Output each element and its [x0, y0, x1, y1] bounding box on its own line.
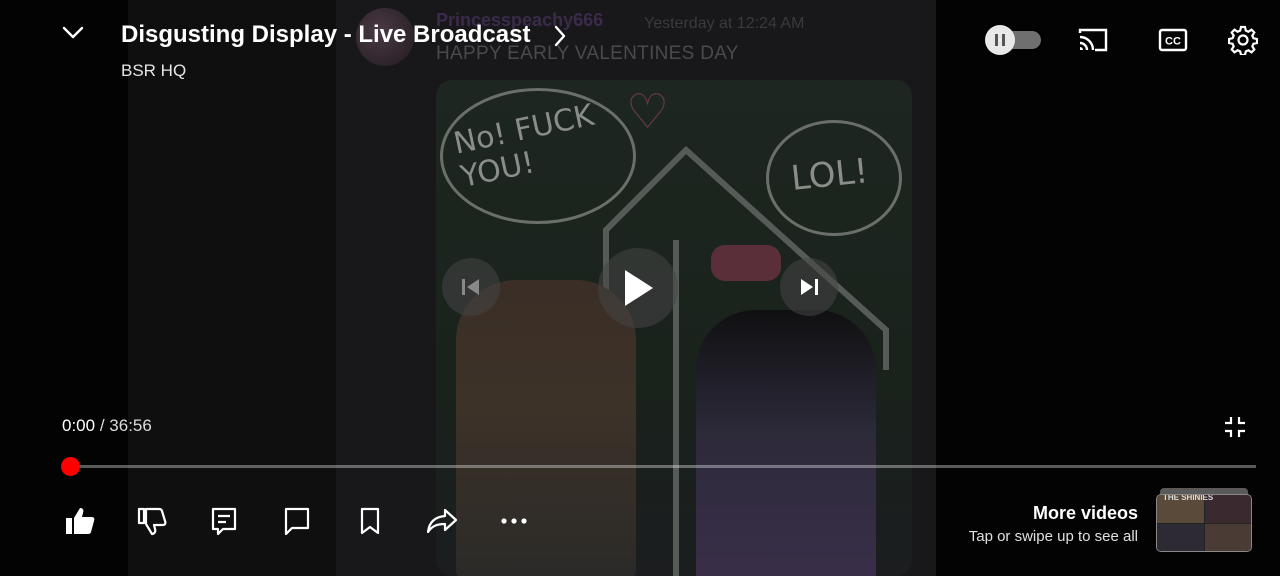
live-chat-button[interactable] [280, 504, 314, 538]
current-time: 0:00 [62, 416, 96, 435]
thumbnail-label: THE SHINIES [1163, 494, 1214, 502]
captions-button[interactable]: CC [1156, 24, 1190, 56]
bookmark-icon [360, 507, 380, 535]
duration: 36:56 [109, 416, 152, 435]
title-expand-button[interactable] [548, 22, 572, 50]
post-artwork: No! FUCK YOU! LOL! ♡ [436, 80, 912, 576]
more-videos-title: More videos [1032, 503, 1138, 523]
time-separator: / [99, 416, 105, 435]
time-display: 0:00 / 36:56 [62, 416, 152, 436]
character-right [696, 310, 876, 576]
gear-icon [1228, 25, 1258, 55]
previous-button[interactable] [442, 258, 500, 316]
play-icon [625, 270, 653, 306]
play-button[interactable] [598, 248, 678, 328]
svg-text:CC: CC [1165, 36, 1181, 48]
more-icon [501, 518, 527, 524]
live-chat-icon [284, 507, 310, 536]
thumbnail-tile [1205, 524, 1251, 551]
previous-icon [462, 279, 479, 295]
cast-button[interactable] [1076, 24, 1110, 56]
thumbnail-tile [1157, 524, 1204, 551]
thumbnail-image: THE SHINIES [1156, 494, 1252, 552]
settings-button[interactable] [1226, 24, 1260, 56]
cast-icon [1078, 28, 1108, 52]
more-actions-button[interactable] [497, 504, 531, 538]
more-videos-thumbnail[interactable]: THE SHINIES [1156, 488, 1252, 552]
dislike-icon [137, 507, 167, 536]
captions-icon: CC [1158, 28, 1188, 52]
more-videos-hint[interactable]: More videos Tap or swipe up to see all [969, 503, 1138, 545]
exit-fullscreen-button[interactable] [1222, 414, 1248, 440]
minimize-button[interactable] [60, 20, 86, 46]
seek-bar[interactable] [70, 465, 1256, 468]
save-button[interactable] [353, 504, 387, 538]
autoplay-knob [985, 25, 1015, 55]
chevron-down-icon [62, 26, 84, 39]
comments-button[interactable] [207, 504, 241, 538]
next-icon [801, 279, 818, 295]
exit-fullscreen-icon [1225, 417, 1245, 437]
next-button[interactable] [780, 258, 838, 316]
comments-icon [211, 507, 237, 536]
share-button[interactable] [425, 504, 459, 538]
more-videos-subtitle: Tap or swipe up to see all [968, 528, 1138, 545]
pause-icon [995, 34, 1005, 46]
post-timestamp: Yesterday at 12:24 AM [644, 15, 805, 32]
chevron-right-icon [554, 25, 566, 47]
dislike-button[interactable] [134, 504, 168, 538]
seek-handle[interactable] [61, 457, 80, 476]
autoplay-toggle[interactable] [985, 25, 1041, 55]
share-icon [426, 508, 458, 534]
like-button[interactable] [63, 504, 97, 538]
character-left [456, 280, 636, 576]
video-title[interactable]: Disgusting Display - Live Broadcast [121, 21, 530, 49]
channel-name[interactable]: BSR HQ [121, 61, 186, 81]
like-icon [66, 508, 95, 534]
character-bow [711, 245, 781, 281]
